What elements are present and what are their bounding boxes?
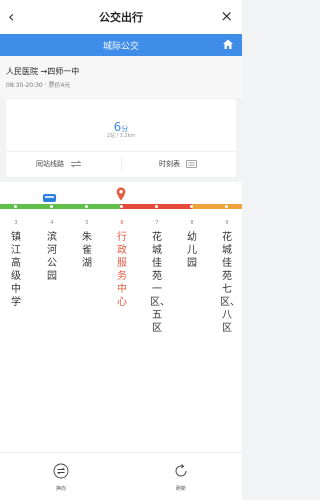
route-line-map[interactable]: 3 镇江高级中学 4 滨河公园 5 朱雀湖 6 行政服务中心 7 花城佳苑一区、… xyxy=(0,182,242,452)
stop-number: 4 xyxy=(50,220,54,226)
same-station-lines-button[interactable]: 同站线路 xyxy=(36,159,82,169)
stop-name[interactable]: 幼儿园 xyxy=(185,231,199,270)
divider xyxy=(121,157,122,171)
stop-name[interactable]: 花城佳苑一区、五区 xyxy=(150,231,170,335)
route-info: 人民医院 →四师一中 08:30-20:30 · 票价4元 xyxy=(0,56,242,98)
route-meta: 08:30-20:30 · 票价4元 xyxy=(6,82,71,89)
reverse-label: 换向 xyxy=(55,486,66,492)
home-icon[interactable] xyxy=(221,37,235,51)
divider xyxy=(6,151,236,152)
stop-number-current: 6 xyxy=(120,220,124,226)
stop-name[interactable]: 镇江高级中学 xyxy=(9,231,23,309)
arrival-card: 6分 2站 / 3.2km 同站线路 时刻表 xyxy=(6,99,236,177)
stop-number: 5 xyxy=(85,220,89,226)
location-pin-icon xyxy=(116,187,126,201)
arrival-detail: 2站 / 3.2km xyxy=(106,133,136,139)
stop-dot xyxy=(14,205,17,208)
stop-number: 9 xyxy=(225,220,229,226)
same-station-label: 同站线路 xyxy=(36,160,64,168)
timetable-button[interactable]: 时刻表 xyxy=(159,159,198,169)
stop-name[interactable]: 花城佳苑七区、八区 xyxy=(220,231,240,335)
top-nav-bar: ‹ 公交出行 × xyxy=(0,0,242,34)
stop-dot xyxy=(190,205,193,208)
stop-name[interactable]: 朱雀湖 xyxy=(80,231,94,270)
stop-number: 7 xyxy=(155,220,159,226)
stop-dot xyxy=(50,205,53,208)
stop-name[interactable]: 滨河公园 xyxy=(45,231,59,283)
bottom-toolbar: 换向 刷新 xyxy=(0,452,242,500)
stop-number: 8 xyxy=(190,220,194,226)
page-title: 公交出行 xyxy=(99,11,143,24)
reverse-icon xyxy=(53,463,69,479)
refresh-icon xyxy=(175,464,187,477)
timetable-icon xyxy=(186,160,198,168)
close-icon[interactable]: × xyxy=(220,6,233,26)
timetable-label: 时刻表 xyxy=(159,160,180,168)
route-name: 人民医院 →四师一中 xyxy=(6,67,80,76)
line-segment-orange xyxy=(192,204,242,209)
stop-name-current[interactable]: 行政服务中心 xyxy=(115,231,129,309)
stop-dot xyxy=(225,205,228,208)
refresh-button[interactable]: 刷新 xyxy=(166,463,196,492)
transfer-icon xyxy=(71,160,82,168)
stop-number: 3 xyxy=(14,220,18,226)
bus-icon[interactable] xyxy=(43,194,56,202)
reverse-direction-button[interactable]: 换向 xyxy=(46,463,76,492)
stop-dot xyxy=(155,205,158,208)
line-segment-green xyxy=(0,204,120,209)
stop-dot xyxy=(85,205,88,208)
stop-dot xyxy=(120,205,123,208)
section-title: 城际公交 xyxy=(102,42,139,52)
refresh-label: 刷新 xyxy=(175,486,186,492)
sub-header: 城际公交 xyxy=(0,34,242,56)
